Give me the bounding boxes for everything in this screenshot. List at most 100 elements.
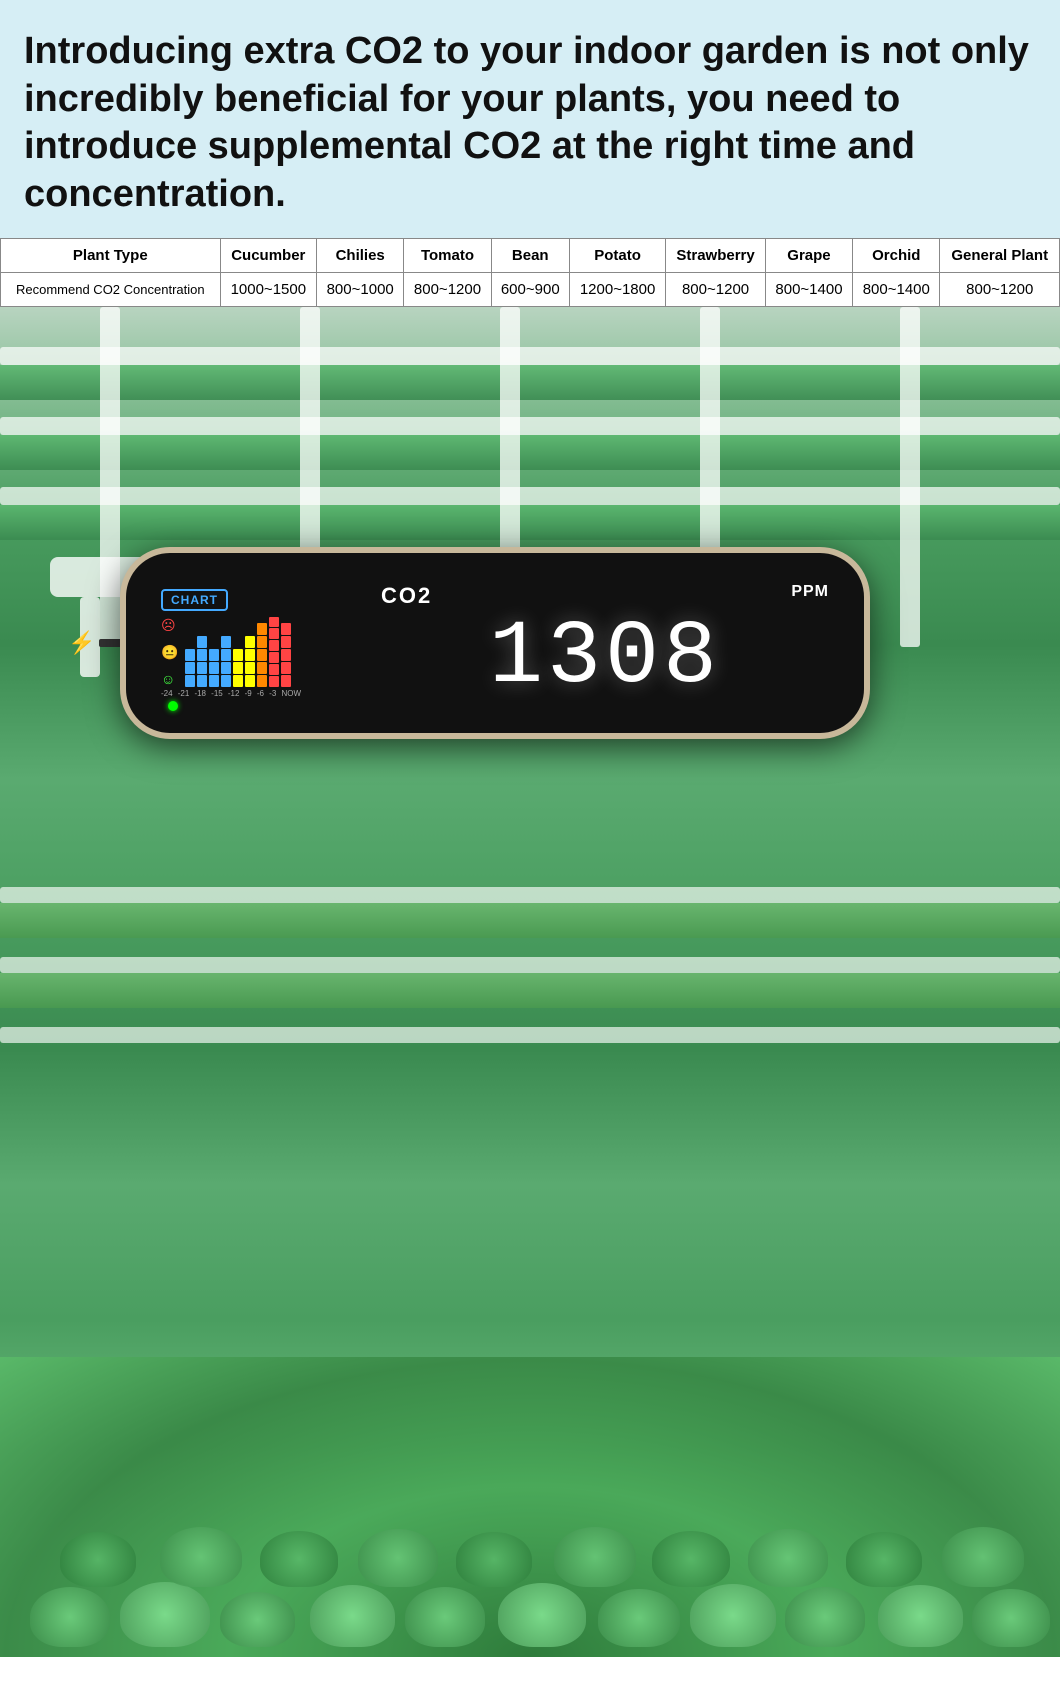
bar-segment-8-0 — [281, 623, 291, 635]
col-cucumber: Cucumber — [220, 239, 316, 273]
plant-row-4 — [0, 903, 1060, 938]
lettuce-11 — [972, 1589, 1050, 1647]
lettuce-back-4 — [358, 1529, 438, 1587]
bar-segment-4-1 — [233, 662, 243, 674]
lettuce-9 — [785, 1587, 865, 1647]
lettuce-7 — [598, 1589, 680, 1647]
lettuce-2 — [120, 1582, 210, 1647]
bar-segment-5-3 — [245, 675, 255, 687]
chart-section: CHART ☹ 😐 ☺ -24 -21 -18 -15 — [161, 589, 361, 698]
val-potato: 1200~1800 — [569, 273, 665, 307]
col-general-plant: General Plant — [940, 239, 1060, 273]
bar-segment-0-1 — [185, 662, 195, 674]
support-col-5 — [900, 307, 920, 647]
chart-x-axis: -24 -21 -18 -15 -12 -9 -6 -3 NOW — [161, 689, 301, 698]
lettuce-back-3 — [260, 1531, 338, 1587]
usb-icon: ⚡ — [68, 630, 95, 656]
shelf-beam-5 — [0, 957, 1060, 973]
table-row: Recommend CO2 Concentration 1000~1500 80… — [1, 273, 1060, 307]
bar-segment-7-1 — [269, 628, 279, 639]
bar-segment-7-0 — [269, 617, 279, 628]
lettuce-back-5 — [456, 1532, 532, 1587]
col-plant-type: Plant Type — [1, 239, 221, 273]
bar-segment-5-1 — [245, 649, 255, 661]
smiley-green: ☺ — [161, 671, 178, 687]
header-section: Introducing extra CO2 to your indoor gar… — [0, 0, 1060, 238]
val-tomato: 800~1200 — [404, 273, 491, 307]
main-headline: Introducing extra CO2 to your indoor gar… — [24, 28, 1036, 218]
bar-segment-1-0 — [197, 636, 207, 648]
col-tomato: Tomato — [404, 239, 491, 273]
bar-segment-5-0 — [245, 636, 255, 648]
bar-segment-7-4 — [269, 664, 279, 675]
co2-reading-section: CO2 PPM 1308 — [381, 583, 829, 703]
lettuce-6 — [498, 1583, 586, 1647]
bar-chart — [185, 617, 291, 687]
val-orchid: 800~1400 — [853, 273, 940, 307]
col-potato: Potato — [569, 239, 665, 273]
shelf-beam-4 — [0, 887, 1060, 903]
chart-badge: CHART — [161, 589, 228, 611]
smiley-red: ☹ — [161, 617, 178, 634]
lettuce-back-2 — [160, 1527, 242, 1587]
lettuce-5 — [405, 1587, 485, 1647]
chart-display: ☹ 😐 ☺ — [161, 617, 291, 687]
lettuce-3 — [220, 1592, 295, 1647]
shelf-beam-6 — [0, 1027, 1060, 1043]
bar-segment-7-5 — [269, 676, 279, 687]
col-bean: Bean — [491, 239, 569, 273]
lettuce-back-6 — [554, 1527, 636, 1587]
lettuce-10 — [878, 1585, 963, 1647]
device-wrapper: ⚡ CHART ☹ 😐 ☺ — [120, 547, 870, 739]
lettuce-bottom-area — [0, 1357, 1060, 1657]
farm-image-section: ⚡ CHART ☹ 😐 ☺ — [0, 307, 1060, 1657]
val-grape: 800~1400 — [765, 273, 852, 307]
val-cucumber: 1000~1500 — [220, 273, 316, 307]
val-bean: 600~900 — [491, 273, 569, 307]
plant-row-5 — [0, 973, 1060, 1008]
smiley-yellow: 😐 — [161, 644, 178, 661]
lettuce-back-9 — [846, 1532, 922, 1587]
bar-segment-5-2 — [245, 662, 255, 674]
bar-segment-1-2 — [197, 662, 207, 674]
bar-segment-6-1 — [257, 636, 267, 648]
co2-device: CHART ☹ 😐 ☺ -24 -21 -18 -15 — [120, 547, 870, 739]
bar-segment-7-2 — [269, 640, 279, 651]
val-strawberry: 800~1200 — [666, 273, 766, 307]
bar-segment-4-0 — [233, 649, 243, 661]
co2-recommendation-table: Plant Type Cucumber Chilies Tomato Bean … — [0, 238, 1060, 307]
chart-label-row: CHART — [161, 589, 228, 611]
bar-segment-8-1 — [281, 636, 291, 648]
lettuce-8 — [690, 1584, 776, 1647]
lettuce-1 — [30, 1587, 110, 1647]
bar-segment-3-0 — [221, 636, 231, 648]
col-orchid: Orchid — [853, 239, 940, 273]
row-label: Recommend CO2 Concentration — [1, 273, 221, 307]
lettuce-back-7 — [652, 1531, 730, 1587]
bar-segment-7-3 — [269, 652, 279, 663]
col-grape: Grape — [765, 239, 852, 273]
bar-segment-4-2 — [233, 675, 243, 687]
bar-segment-6-4 — [257, 675, 267, 687]
bar-segment-6-0 — [257, 623, 267, 635]
bar-segment-8-2 — [281, 649, 291, 661]
bar-segment-2-0 — [209, 649, 219, 661]
bar-segment-3-3 — [221, 675, 231, 687]
co2-value: 1308 — [489, 613, 721, 703]
bar-segment-6-3 — [257, 662, 267, 674]
col-chilies: Chilies — [317, 239, 404, 273]
bar-segment-1-1 — [197, 649, 207, 661]
bar-segment-1-3 — [197, 675, 207, 687]
bar-segment-6-2 — [257, 649, 267, 661]
bar-segment-2-2 — [209, 675, 219, 687]
lettuce-back-1 — [60, 1532, 136, 1587]
green-led-indicator — [168, 701, 178, 711]
lettuce-back-10 — [942, 1527, 1024, 1587]
table-section: Plant Type Cucumber Chilies Tomato Bean … — [0, 238, 1060, 307]
bar-segment-2-1 — [209, 662, 219, 674]
bar-segment-3-1 — [221, 649, 231, 661]
val-general-plant: 800~1200 — [940, 273, 1060, 307]
lettuce-back-8 — [748, 1529, 828, 1587]
bar-segment-0-0 — [185, 649, 195, 661]
smiley-column: ☹ 😐 ☺ — [161, 617, 178, 687]
